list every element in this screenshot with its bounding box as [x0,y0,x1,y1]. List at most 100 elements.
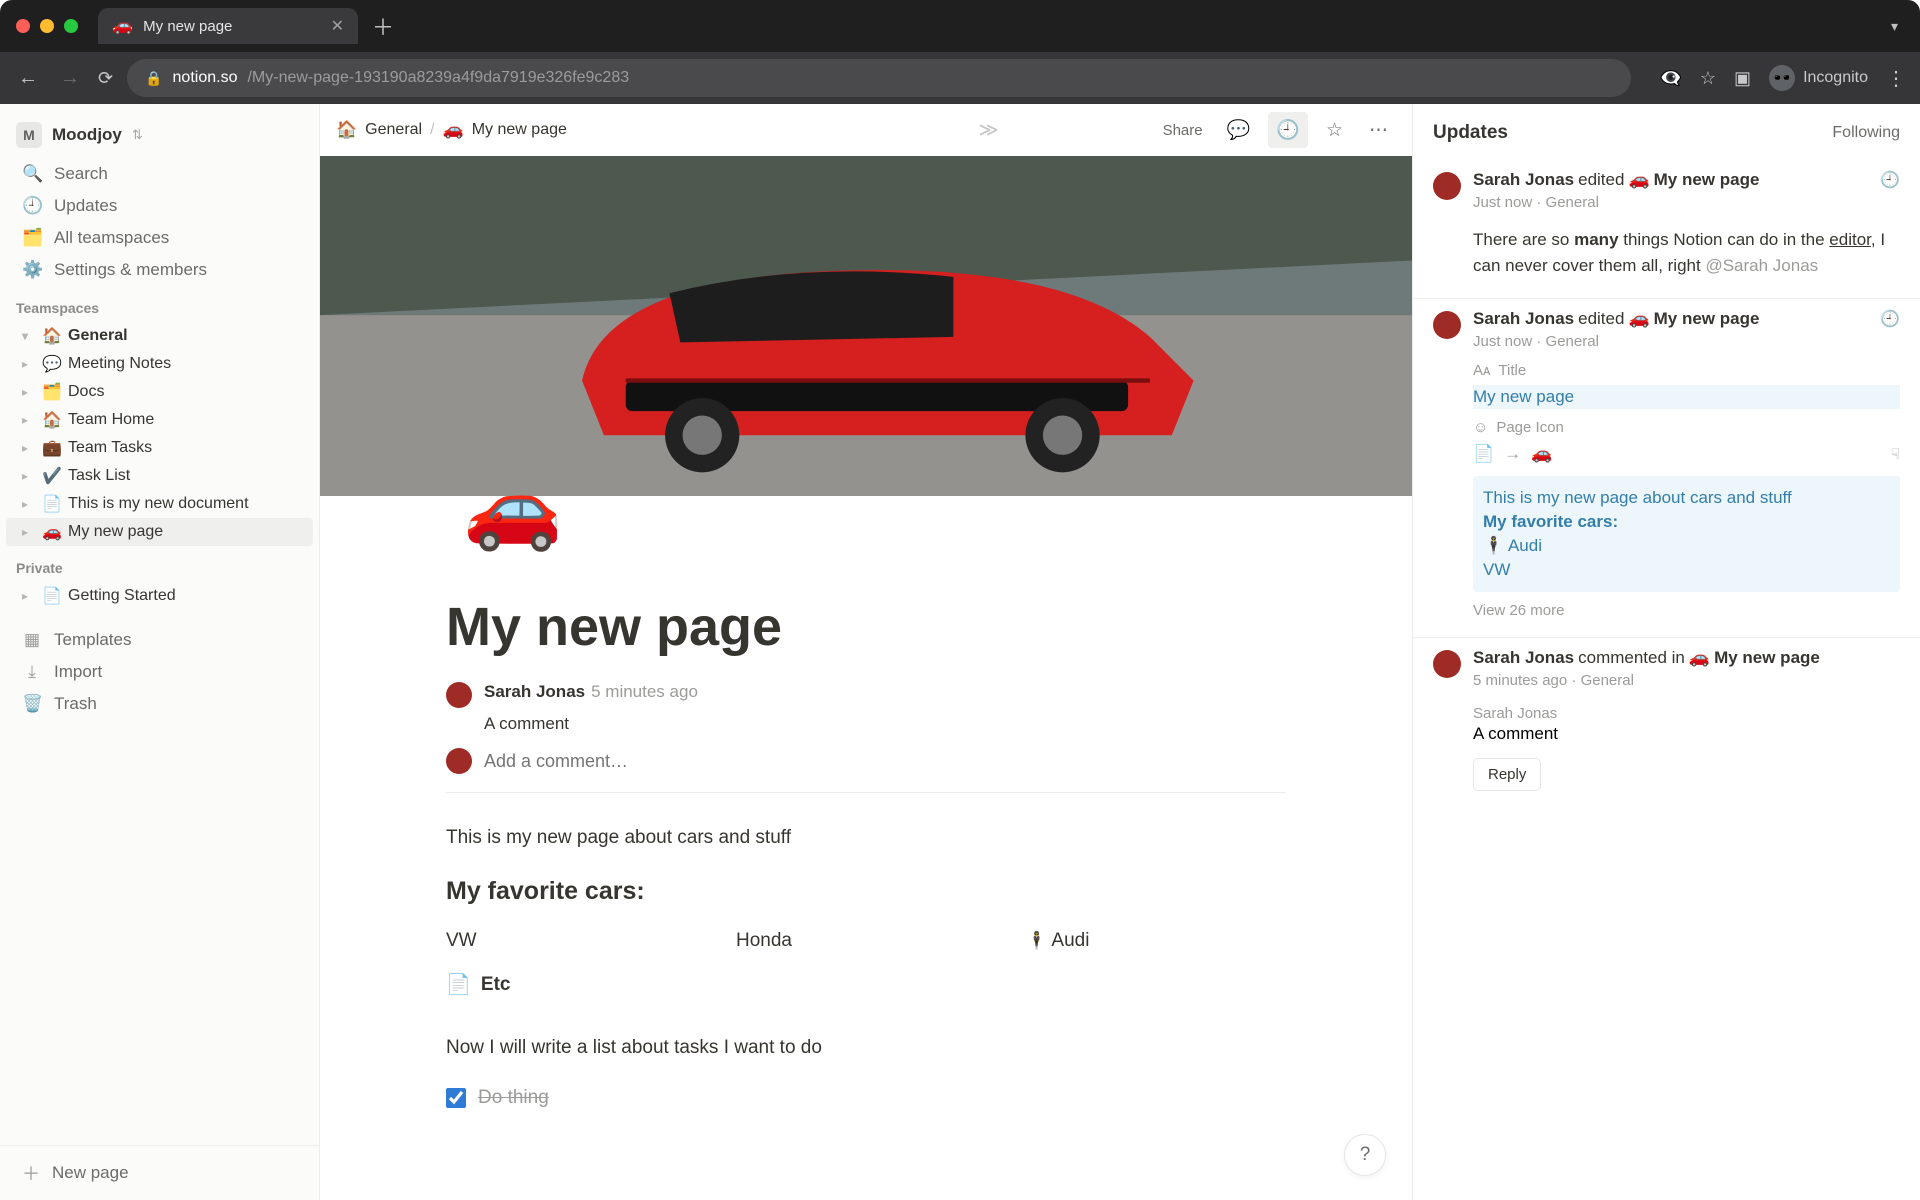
breadcrumb-page[interactable]: My new page [472,121,567,139]
close-window-icon[interactable] [16,19,30,33]
bookmark-icon[interactable]: ☆ [1700,68,1716,89]
maximize-window-icon[interactable] [64,19,78,33]
page-emoji-icon: 📄 [42,586,62,606]
tab-overflow-icon[interactable]: ▾ [1891,18,1898,35]
chevron-icon[interactable]: ▸ [22,525,36,539]
eye-off-icon[interactable]: 👁️‍🗨️ [1659,68,1681,89]
forward-button[interactable]: → [56,63,84,94]
chevron-icon[interactable]: ▸ [22,413,36,427]
page-emoji[interactable]: 🚗 [463,468,563,548]
sidebar-page-item[interactable]: ▸🚗My new page [6,518,313,546]
main-area: 🏠 General / 🚗 My new page ≫ Share 💬 🕘 ☆ … [320,104,1412,1200]
sidebar-page-label: This is my new document [68,495,249,513]
workspace-icon: M [16,122,42,148]
page-title[interactable]: My new page [446,596,1286,658]
entry-verb: edited [1578,309,1624,329]
history-icon[interactable]: 🕘 [1880,309,1900,329]
browser-tab[interactable]: 🚗 My new page ✕ [98,8,358,44]
sidebar-page-label: Meeting Notes [68,355,171,373]
avatar [446,748,472,774]
chevron-icon[interactable]: ▸ [22,589,36,603]
sidebar-updates[interactable]: 🕘Updates [6,190,313,222]
chevron-icon[interactable]: ▸ [22,469,36,483]
sidebar-page-item[interactable]: ▸📄Getting Started [6,582,313,610]
column-1[interactable]: VW [446,930,706,952]
chevron-icon[interactable]: ▾ [22,329,36,343]
side-panel-icon[interactable]: ▣ [1734,68,1751,89]
change-label: Page Icon [1496,419,1564,436]
entry-verb: edited [1578,170,1624,190]
address-bar[interactable]: 🔒 notion.so/My-new-page-193190a8239a4f9d… [127,59,1631,97]
diff-line: My favorite cars: [1483,512,1890,532]
collapse-panel-icon[interactable]: ≫ [971,113,1007,148]
subpage-link[interactable]: 📄 Etc [446,972,1286,997]
chevron-icon[interactable]: ▸ [22,385,36,399]
comment-author: Sarah Jonas [1473,705,1900,722]
sidebar-all-teamspaces[interactable]: 🗂️All teamspaces [6,222,313,254]
column-3[interactable]: 🕴️ Audi [1026,930,1286,952]
sidebar-settings[interactable]: ⚙️Settings & members [6,254,313,286]
chevron-icon[interactable]: ▸ [22,357,36,371]
sidebar-page-item[interactable]: ▸✔️Task List [6,462,313,490]
minimize-window-icon[interactable] [40,19,54,33]
sidebar-page-item[interactable]: ▸🗂️Docs [6,378,313,406]
entry-page[interactable]: My new page [1654,309,1760,329]
gear-icon: ⚙️ [22,260,42,280]
avatar [446,682,472,708]
sidebar-import[interactable]: ⤓Import [6,656,313,688]
todo-item[interactable]: Do thing [446,1087,1286,1109]
updates-panel: Updates Following Sarah Jonas edited 🚗 M… [1412,104,1920,1200]
todo-label: Do thing [478,1087,549,1109]
paragraph[interactable]: Now I will write a list about tasks I wa… [446,1037,1286,1059]
cover-image[interactable] [320,156,1412,496]
share-button[interactable]: Share [1157,116,1209,145]
heading[interactable]: My favorite cars: [446,877,1286,906]
updates-icon[interactable]: 🕘 [1268,112,1308,148]
subpage-label: Etc [481,974,511,996]
new-tab-button[interactable]: ＋ [372,10,394,42]
close-tab-icon[interactable]: ✕ [331,16,344,36]
comments-icon[interactable]: 💬 [1219,112,1259,148]
workspace-switcher[interactable]: M Moodjoy ⇅ [0,112,319,158]
breadcrumb-root[interactable]: General [365,121,422,139]
reload-button[interactable]: ⟳ [98,68,113,89]
comment-time: 5 minutes ago [591,682,698,701]
chevron-icon[interactable]: ▸ [22,441,36,455]
sidebar-templates[interactable]: ▦Templates [6,624,313,656]
more-icon[interactable]: ⋯ [1361,113,1396,148]
history-icon[interactable]: 🕘 [1880,170,1900,190]
paragraph[interactable]: This is my new page about cars and stuff [446,827,1286,849]
browser-menu-icon[interactable]: ⋮ [1886,66,1906,91]
entry-verb: commented in [1578,648,1685,668]
audi-icon: 🕴️ [1026,931,1047,950]
entry-mention[interactable]: @Sarah Jonas [1705,256,1818,275]
sidebar-new-page[interactable]: ＋New page [6,1146,313,1200]
page-emoji-icon: 📄 [42,494,62,514]
browser-titlebar: 🚗 My new page ✕ ＋ ▾ [0,0,1920,52]
favorite-icon[interactable]: ☆ [1318,113,1351,148]
chevron-icon[interactable]: ▸ [22,497,36,511]
sidebar-page-item[interactable]: ▸💼Team Tasks [6,434,313,462]
sidebar-page-item[interactable]: ▸💬Meeting Notes [6,350,313,378]
entry-page[interactable]: My new page [1714,648,1820,668]
help-button[interactable]: ? [1344,1134,1386,1176]
back-button[interactable]: ← [14,63,42,94]
view-more-button[interactable]: View 26 more [1473,602,1900,619]
column-2[interactable]: Honda [736,930,996,952]
update-entry: Sarah Jonas edited 🚗 My new page 🕘 Just … [1413,299,1920,638]
entry-page[interactable]: My new page [1654,170,1760,190]
tab-favicon-icon: 🚗 [112,16,133,36]
sidebar-page-item[interactable]: ▾🏠General [6,322,313,350]
sidebar-item-label: New page [52,1163,129,1183]
sidebar-search[interactable]: 🔍Search [6,158,313,190]
sidebar-page-item[interactable]: ▸🏠Team Home [6,406,313,434]
todo-checkbox[interactable] [446,1088,466,1108]
sidebar-page-item[interactable]: ▸ 📄 This is my new document [6,490,313,518]
sidebar-trash[interactable]: 🗑️Trash [6,688,313,720]
following-button[interactable]: Following [1832,124,1900,142]
add-comment-input[interactable] [484,751,716,772]
reply-button[interactable]: Reply [1473,758,1541,791]
comment-body: A comment [484,714,1286,734]
add-comment[interactable] [446,748,1286,774]
window-controls [16,19,78,33]
